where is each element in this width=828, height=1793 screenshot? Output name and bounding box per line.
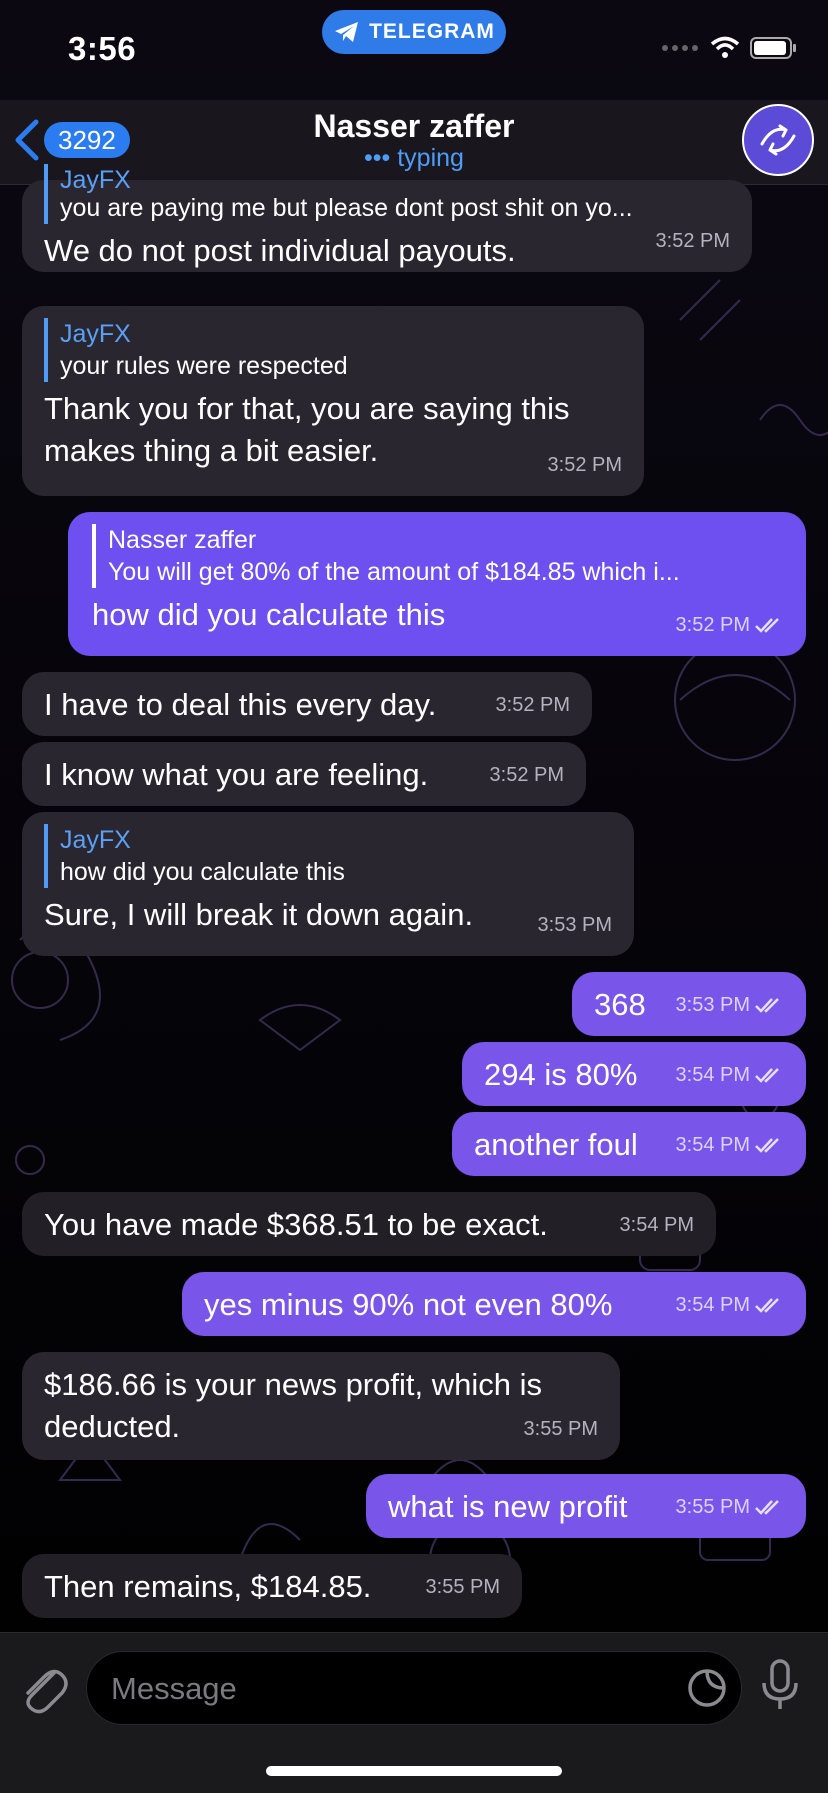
message-time: 3:52 PM: [548, 444, 622, 486]
double-check-icon: [755, 1500, 779, 1515]
message-bubble-outgoing[interactable]: what is new profit 3:55 PM: [366, 1474, 806, 1538]
message-bubble-outgoing[interactable]: yes minus 90% not even 80% 3:54 PM: [182, 1272, 806, 1336]
reply-quote[interactable]: JayFX how did you calculate this: [44, 824, 612, 888]
message-time: 3:52 PM: [676, 604, 784, 646]
message-time-label: 3:52 PM: [655, 230, 730, 252]
telegram-plane-icon: [335, 22, 359, 42]
message-input[interactable]: [109, 1666, 673, 1712]
message-text: Sure, I will break it down again.: [44, 897, 474, 932]
double-check-icon: [755, 1068, 779, 1083]
message-text: $186.66 is your news profit, which is de…: [44, 1367, 542, 1444]
message-bubble-outgoing[interactable]: 294 is 80% 3:54 PM: [462, 1042, 806, 1106]
message-time-label: 3:53 PM: [537, 914, 612, 936]
reply-quote[interactable]: JayFX your rules were respected: [44, 318, 622, 382]
message-time-label: 3:54 PM: [675, 1064, 750, 1086]
sticker-button[interactable]: [687, 1668, 727, 1713]
reply-quote[interactable]: Nasser zaffer You will get 80% of the am…: [92, 524, 784, 588]
message-time-label: 3:54 PM: [619, 1214, 694, 1236]
message-time: 3:52 PM: [656, 220, 730, 262]
message-bubble-incoming[interactable]: $186.66 is your news profit, which is de…: [22, 1352, 620, 1460]
message-bubble-outgoing[interactable]: Nasser zaffer You will get 80% of the am…: [68, 512, 806, 656]
signal-icon: [662, 45, 698, 51]
status-icons: [660, 36, 798, 60]
double-check-icon: [755, 618, 779, 633]
message-time: 3:53 PM: [676, 984, 784, 1026]
message-bubble-incoming[interactable]: You have made $368.51 to be exact. 3:54 …: [22, 1192, 716, 1256]
message-time-label: 3:55 PM: [425, 1576, 500, 1598]
reply-text: your rules were respected: [60, 352, 348, 380]
message-time: 3:52 PM: [490, 754, 564, 796]
reply-text: you are paying me but please dont post s…: [60, 194, 633, 222]
message-text: I know what you are feeling.: [44, 757, 429, 792]
double-check-icon: [755, 1298, 779, 1313]
message-time-label: 3:55 PM: [675, 1496, 750, 1518]
chat-title[interactable]: Nasser zaffer: [0, 108, 828, 145]
reply-author: JayFX: [60, 320, 131, 348]
message-time-label: 3:54 PM: [675, 1294, 750, 1316]
message-time-label: 3:52 PM: [489, 764, 564, 786]
message-time: 3:54 PM: [676, 1284, 784, 1326]
status-bar: 3:56 TELEGRAM: [0, 0, 828, 100]
message-time: 3:54 PM: [620, 1204, 694, 1246]
message-time: 3:55 PM: [426, 1566, 500, 1608]
message-bubble-outgoing[interactable]: another foul 3:54 PM: [452, 1112, 806, 1176]
telegram-pill[interactable]: TELEGRAM: [322, 10, 506, 54]
reply-author: JayFX: [60, 166, 131, 194]
message-time-label: 3:52 PM: [495, 694, 570, 716]
avatar-logo-icon: [760, 124, 796, 156]
reply-text: how did you calculate this: [60, 858, 345, 886]
message-time: 3:55 PM: [524, 1408, 598, 1450]
message-time: 3:54 PM: [676, 1124, 784, 1166]
double-check-icon: [755, 1138, 779, 1153]
clock: 3:56: [68, 30, 137, 67]
message-bubble-incoming[interactable]: I know what you are feeling. 3:52 PM: [22, 742, 586, 806]
reply-author: JayFX: [60, 826, 131, 854]
message-time-label: 3:55 PM: [523, 1418, 598, 1440]
avatar[interactable]: [742, 104, 814, 176]
message-bubble-incoming[interactable]: Then remains, $184.85. 3:55 PM: [22, 1554, 522, 1618]
wifi-icon: [710, 36, 740, 58]
double-check-icon: [755, 998, 779, 1013]
microphone-icon: [762, 1659, 798, 1709]
telegram-pill-label: TELEGRAM: [369, 20, 495, 43]
message-time-label: 3:52 PM: [675, 614, 750, 636]
message-time-label: 3:53 PM: [675, 994, 750, 1016]
message-time-label: 3:54 PM: [675, 1134, 750, 1156]
paperclip-icon: [26, 1669, 68, 1714]
message-bubble-incoming[interactable]: JayFX how did you calculate this Sure, I…: [22, 812, 634, 956]
message-time-label: 3:52 PM: [547, 454, 622, 476]
message-text: You have made $368.51 to be exact.: [44, 1207, 548, 1242]
reply-text: You will get 80% of the amount of $184.8…: [108, 558, 680, 586]
attach-button[interactable]: [18, 1659, 68, 1720]
message-bubble-incoming[interactable]: JayFX your rules were respected Thank yo…: [22, 306, 644, 496]
message-time: 3:54 PM: [676, 1054, 784, 1096]
home-indicator[interactable]: [266, 1766, 562, 1776]
message-bubble-outgoing[interactable]: 368 3:53 PM: [572, 972, 806, 1036]
message-time: 3:53 PM: [538, 904, 612, 946]
reply-quote[interactable]: JayFX you are paying me but please dont …: [44, 164, 730, 224]
message-bubble-incoming[interactable]: I have to deal this every day. 3:52 PM: [22, 672, 592, 736]
message-field[interactable]: [86, 1651, 742, 1725]
reply-author: Nasser zaffer: [108, 526, 257, 554]
message-text: Thank you for that, you are saying this …: [44, 391, 570, 468]
message-text: We do not post individual payouts.: [44, 233, 516, 268]
message-time: 3:55 PM: [676, 1486, 784, 1528]
voice-record-button[interactable]: [760, 1657, 800, 1718]
message-text: I have to deal this every day.: [44, 687, 437, 722]
message-time: 3:52 PM: [496, 684, 570, 726]
battery-icon: [750, 37, 796, 59]
message-bubble-incoming[interactable]: JayFX you are paying me but please dont …: [22, 164, 752, 272]
sticker-icon: [688, 1669, 726, 1707]
